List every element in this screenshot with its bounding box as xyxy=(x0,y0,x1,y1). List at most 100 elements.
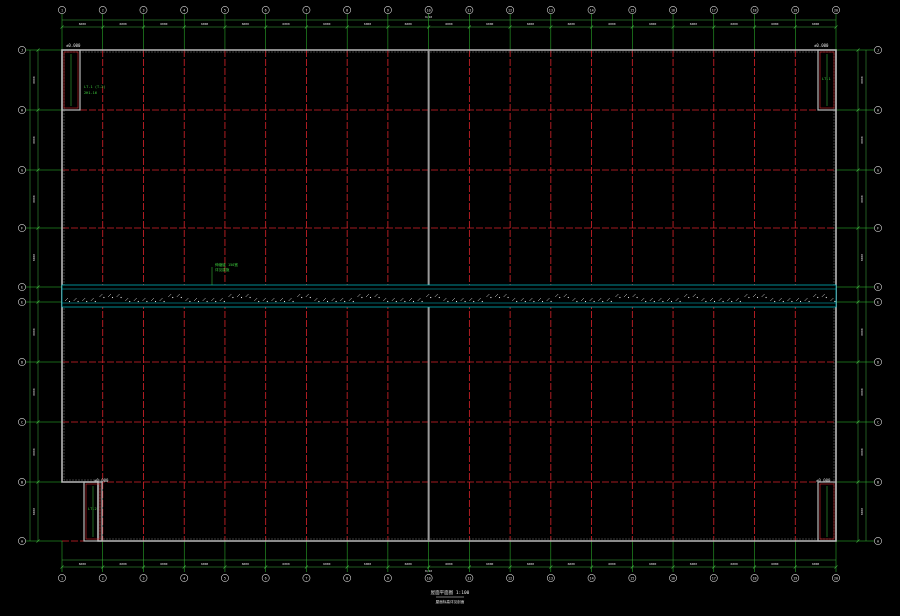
row-axis-bubble-left-label: E xyxy=(21,285,23,289)
joint-hatch-dot xyxy=(172,296,174,299)
joint-hatch-dot xyxy=(378,296,380,299)
dimension-label-bottom-center: 8/10 xyxy=(425,569,432,573)
dimension-label-top: 6000 xyxy=(119,22,126,26)
joint-hatch-dot xyxy=(137,300,139,303)
column-axis-bubble-top-label: 12 xyxy=(508,8,512,12)
joint-hatch-dot xyxy=(636,296,638,299)
row-axis-bubble-left-label: G xyxy=(21,168,23,172)
joint-hatch-dot xyxy=(154,300,157,303)
expansion-joint-note-2: 详见建施 xyxy=(215,267,230,272)
row-axis-bubble-left-label: J xyxy=(21,48,23,52)
column-axis-bubble-top-label: 2 xyxy=(102,8,104,12)
column-axis-bubble-top-label: 15 xyxy=(630,8,634,12)
column-axis-bubble-bottom-label: 7 xyxy=(305,576,307,580)
joint-hatch-dot xyxy=(584,300,587,303)
joint-hatch-dot xyxy=(610,300,612,303)
corner-tag-top-left: ±0.000 xyxy=(66,43,81,48)
joint-hatch-dot xyxy=(567,296,569,299)
joint-hatch-dot xyxy=(369,296,372,299)
dimension-label-bottom: 6000 xyxy=(201,562,208,566)
joint-hatch-dot xyxy=(481,300,483,303)
dimension-label-right: 6000 xyxy=(860,136,864,143)
column-axis-bubble-top-label: 14 xyxy=(590,8,594,12)
joint-hatch-dot xyxy=(77,300,79,303)
dimension-label-left: 6000 xyxy=(32,136,36,143)
dimension-label-bottom: 6000 xyxy=(486,562,493,566)
dimension-label-bottom: 6000 xyxy=(812,562,819,566)
joint-hatch-dot xyxy=(782,300,784,303)
dimension-label-bottom: 6000 xyxy=(568,562,575,566)
dimension-label-bottom: 6000 xyxy=(690,562,697,566)
joint-hatch-dot xyxy=(129,300,131,303)
joint-hatch-dot xyxy=(498,296,501,299)
dimension-label-top: 6000 xyxy=(364,22,371,26)
drawing-background xyxy=(0,0,900,616)
column-axis-bubble-bottom-label: 9 xyxy=(387,576,389,580)
joint-hatch-dot xyxy=(602,300,604,303)
column-axis-bubble-bottom-label: 13 xyxy=(549,576,553,580)
joint-hatch-dot xyxy=(395,300,397,303)
dimension-label-top: 6000 xyxy=(242,22,249,26)
joint-hatch-dot xyxy=(739,300,741,303)
joint-hatch-dot xyxy=(670,300,673,303)
bottom-stair-note: LT-2 xyxy=(88,507,97,511)
column-axis-bubble-top-label: 6 xyxy=(265,8,267,12)
column-axis-bubble-bottom-label: 12 xyxy=(508,576,512,580)
dimension-label-right: 6000 xyxy=(860,388,864,395)
column-axis-bubble-bottom-label: 18 xyxy=(752,576,756,580)
joint-hatch-dot xyxy=(430,296,432,299)
dimension-label-left: 6000 xyxy=(32,76,36,83)
column-axis-bubble-top-label: 19 xyxy=(793,8,797,12)
joint-hatch-dot xyxy=(464,300,466,303)
dimension-label-bottom: 6000 xyxy=(364,562,371,566)
column-axis-bubble-bottom-label: 2 xyxy=(102,576,104,580)
dimension-label-bottom: 6000 xyxy=(282,562,289,566)
dimension-label-bottom: 6000 xyxy=(731,562,738,566)
joint-hatch-dot xyxy=(825,296,827,299)
dimension-label-top: 6000 xyxy=(608,22,615,26)
joint-hatch-dot xyxy=(318,300,320,303)
joint-hatch-dot xyxy=(103,296,105,299)
joint-hatch-dot xyxy=(258,300,260,303)
joint-hatch-dot xyxy=(275,300,277,303)
stair-left-note-1: LT-1 (T-2) xyxy=(84,85,106,89)
dimension-label-left: 6000 xyxy=(32,448,36,455)
dimension-label-top: 6000 xyxy=(79,22,86,26)
joint-hatch-dot xyxy=(111,296,114,299)
dimension-label-top-center: 9/10 xyxy=(425,15,432,19)
joint-hatch-dot xyxy=(799,300,802,303)
joint-hatch-dot xyxy=(189,300,191,303)
row-axis-bubble-left-label: F xyxy=(21,226,23,230)
dimension-label-bottom: 6000 xyxy=(649,562,656,566)
dimension-label-left: 6000 xyxy=(32,328,36,335)
column-axis-bubble-bottom-label: 19 xyxy=(793,576,797,580)
joint-hatch-dot xyxy=(120,296,122,299)
joint-hatch-dot xyxy=(645,300,647,303)
column-axis-bubble-bottom-label: 4 xyxy=(183,576,185,580)
dimension-label-right: 6000 xyxy=(860,254,864,261)
column-axis-bubble-top-label: 16 xyxy=(671,8,675,12)
dimension-label-top: 6000 xyxy=(160,22,167,26)
dimension-label-right: 6000 xyxy=(860,508,864,515)
dimension-label-left: 6000 xyxy=(32,254,36,261)
row-axis-bubble-right-label: C xyxy=(877,420,879,424)
dimension-label-right: 6000 xyxy=(860,76,864,83)
joint-hatch-dot xyxy=(447,300,449,303)
joint-hatch-dot xyxy=(731,300,733,303)
joint-hatch-dot xyxy=(696,296,698,299)
expansion-joint-note-1: 伸缩缝 150宽 xyxy=(215,262,238,267)
dimension-label-top: 6000 xyxy=(282,22,289,26)
structural-grid-plan: 1122334455667788991010111112121313141415… xyxy=(0,0,900,616)
dimension-label-top: 6000 xyxy=(771,22,778,26)
row-axis-bubble-left-label: H xyxy=(21,108,23,112)
dimension-label-bottom: 6000 xyxy=(771,562,778,566)
column-axis-bubble-bottom-label: 1 xyxy=(61,576,63,580)
joint-hatch-dot xyxy=(344,300,346,303)
drawing-title: 屋面平面图 1:100 xyxy=(431,590,470,596)
column-axis-bubble-top-label: 18 xyxy=(752,8,756,12)
joint-hatch-dot xyxy=(223,300,225,303)
column-axis-bubble-bottom-label: 16 xyxy=(671,576,675,580)
joint-hatch-dot xyxy=(533,300,535,303)
row-axis-bubble-right-label: G xyxy=(877,168,879,172)
dimension-label-right: 6000 xyxy=(860,195,864,202)
